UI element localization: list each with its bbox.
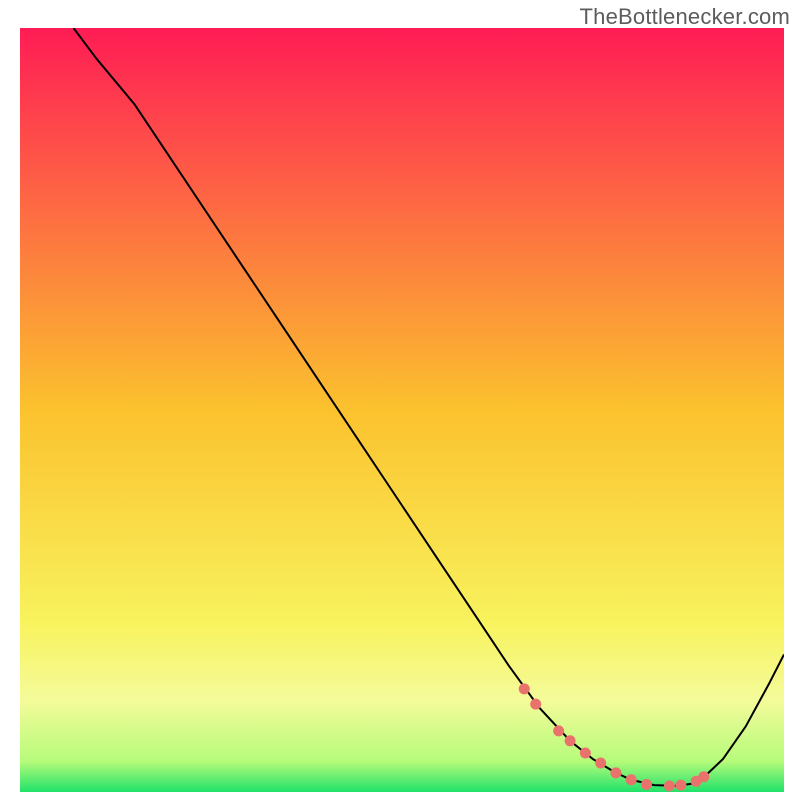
marker-dot bbox=[610, 767, 621, 778]
marker-dot bbox=[675, 780, 686, 791]
marker-dot bbox=[698, 771, 709, 782]
marker-dot bbox=[565, 735, 576, 746]
marker-dot bbox=[580, 748, 591, 759]
gradient-background bbox=[20, 28, 784, 792]
bottleneck-chart bbox=[20, 28, 784, 792]
attribution-text: TheBottlenecker.com bbox=[580, 4, 790, 30]
marker-dot bbox=[641, 779, 652, 790]
marker-dot bbox=[553, 725, 564, 736]
marker-dot bbox=[664, 780, 675, 791]
marker-dot bbox=[595, 757, 606, 768]
marker-dot bbox=[519, 683, 530, 694]
marker-dot bbox=[626, 774, 637, 785]
marker-dot bbox=[530, 699, 541, 710]
stage: TheBottlenecker.com bbox=[0, 0, 800, 800]
chart-svg bbox=[20, 28, 784, 792]
